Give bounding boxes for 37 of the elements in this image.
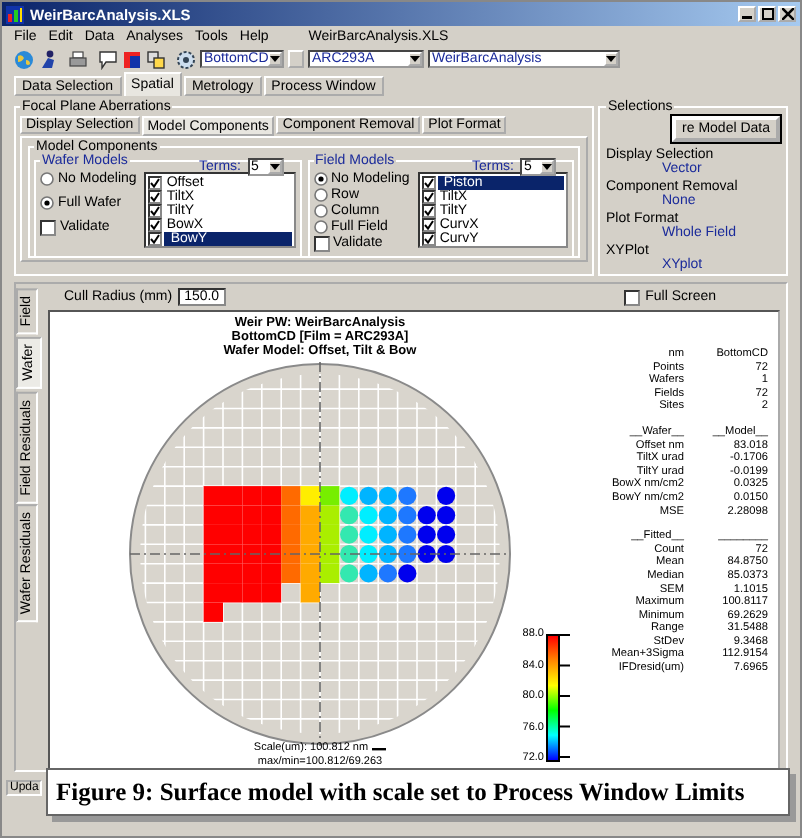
checkbox[interactable] (148, 232, 163, 246)
checkbox[interactable] (313, 235, 329, 251)
caret-icon (410, 56, 420, 62)
radio-button[interactable] (40, 172, 54, 186)
checkbox[interactable] (148, 218, 163, 232)
checkbox[interactable] (148, 190, 163, 204)
radio-button[interactable] (313, 172, 327, 186)
windows-icon[interactable] (146, 49, 166, 69)
close-icon (781, 8, 793, 20)
colorbar (546, 634, 560, 762)
radio-button[interactable] (313, 204, 327, 218)
maximize-button[interactable] (758, 6, 776, 22)
checkbox[interactable] (148, 176, 163, 190)
checkbox[interactable] (421, 176, 436, 190)
app-icon (6, 5, 24, 23)
checkbox[interactable] (421, 204, 436, 218)
chart-icon[interactable] (122, 49, 142, 69)
close-button[interactable] (778, 6, 796, 22)
caret-icon (606, 56, 616, 62)
checkbox[interactable] (148, 204, 163, 218)
checkbox[interactable] (421, 190, 436, 204)
maximize-icon (761, 8, 773, 20)
printer-icon[interactable] (68, 49, 88, 69)
figure-icon[interactable] (38, 49, 58, 69)
figure-caption: Figure 9: Surface model with scale set to Process Window Limits (46, 768, 790, 816)
radio-button[interactable] (40, 196, 54, 210)
comment-icon[interactable] (98, 49, 118, 69)
checkbox[interactable] (623, 289, 640, 305)
tick-marks-icon (560, 634, 570, 758)
caret-icon (270, 56, 281, 62)
gear-icon[interactable] (176, 49, 196, 69)
radio-button[interactable] (313, 220, 327, 234)
checkbox[interactable] (40, 219, 56, 235)
minimize-button[interactable] (738, 6, 756, 22)
checkbox[interactable] (421, 218, 436, 232)
checkbox[interactable] (421, 232, 436, 246)
radio-button[interactable] (313, 188, 327, 202)
